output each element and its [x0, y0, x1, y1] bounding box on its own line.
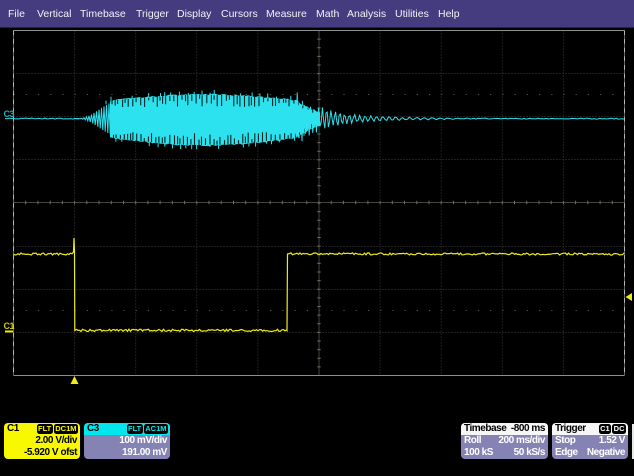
svg-text:C1: C1	[4, 321, 15, 331]
svg-text:C3: C3	[4, 109, 15, 119]
